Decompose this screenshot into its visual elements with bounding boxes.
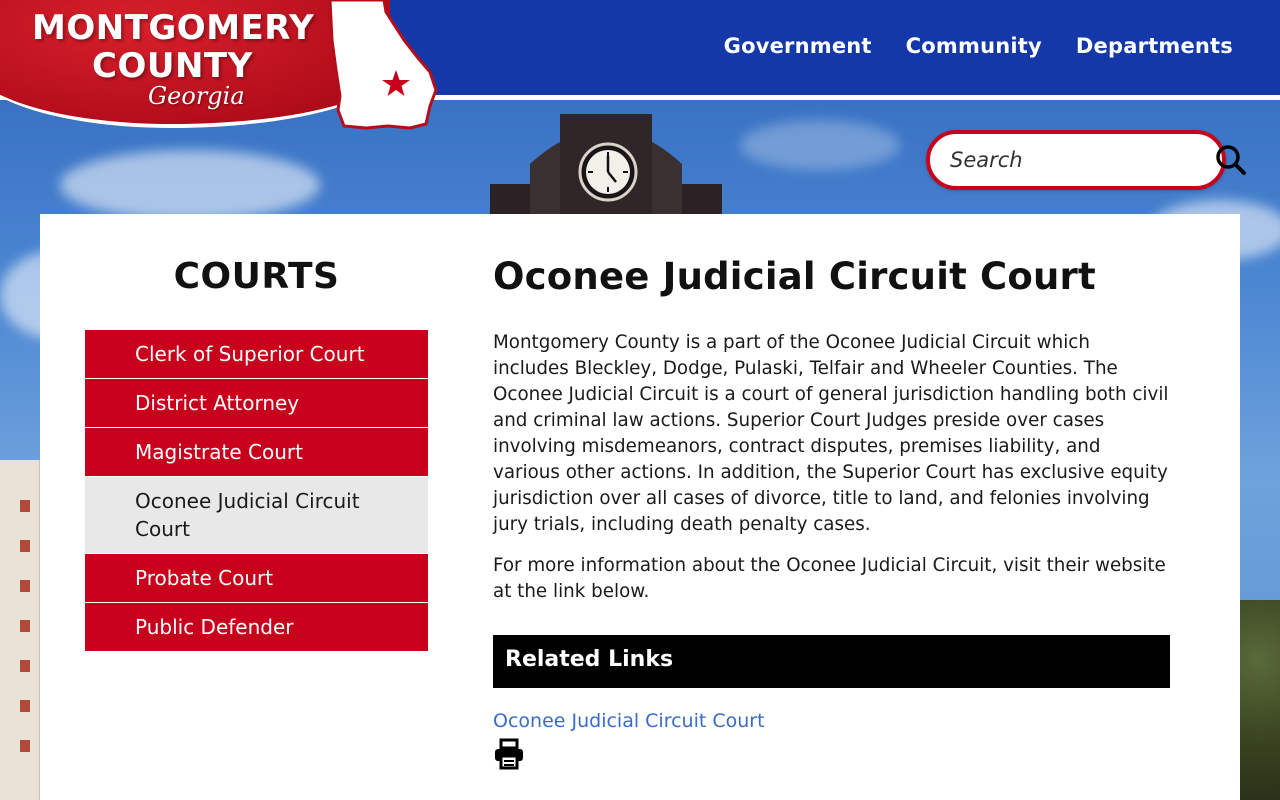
nav-government[interactable]: Government	[724, 34, 872, 58]
sidebar-title: COURTS	[173, 256, 340, 297]
logo-text-county: COUNTY	[92, 46, 253, 86]
sidebar-item-magistrate-court[interactable]: Magistrate Court	[85, 428, 428, 477]
logo-text-montgomery: MONTGOMERY	[32, 8, 315, 48]
related-links-heading: Related Links	[493, 635, 1170, 688]
courthouse-tower	[0, 460, 42, 800]
sidebar-item-probate-court[interactable]: Probate Court	[85, 554, 428, 603]
intro-paragraph: Montgomery County is a part of the Ocone…	[493, 332, 1169, 535]
logo-text-georgia: Georgia	[148, 82, 245, 110]
tree-decoration-right	[1235, 600, 1280, 800]
search-box	[926, 130, 1246, 190]
county-logo[interactable]: MONTGOMERY COUNTY Georgia	[0, 0, 450, 135]
sidebar-item-district-attorney[interactable]: District Attorney	[85, 379, 428, 428]
sidebar-item-oconee-judicial-circuit-court[interactable]: Oconee Judicial Circuit Court	[85, 477, 428, 554]
nav-departments[interactable]: Departments	[1076, 34, 1233, 58]
related-link-oconee-judicial-circuit-court[interactable]: Oconee Judicial Circuit Court	[493, 710, 1171, 732]
georgia-state-icon	[328, 0, 438, 130]
clock-tower-dome	[490, 114, 722, 216]
main-content: Oconee Judicial Circuit Court Montgomery…	[493, 252, 1171, 774]
search-input[interactable]	[950, 148, 1215, 172]
sidebar-item-clerk-of-superior-court[interactable]: Clerk of Superior Court	[85, 330, 428, 379]
content-panel: COURTS Clerk of Superior Court District …	[40, 214, 1240, 800]
main-nav: Government Community Departments	[724, 34, 1233, 58]
search-icon[interactable]	[1215, 143, 1247, 177]
nav-community[interactable]: Community	[906, 34, 1042, 58]
sidebar-item-public-defender[interactable]: Public Defender	[85, 603, 428, 652]
info-paragraph: For more information about the Oconee Ju…	[493, 555, 1166, 602]
sidebar-nav: Clerk of Superior Court District Attorne…	[85, 330, 428, 652]
print-icon[interactable]	[493, 738, 525, 770]
page-title: Oconee Judicial Circuit Court	[493, 255, 1096, 298]
